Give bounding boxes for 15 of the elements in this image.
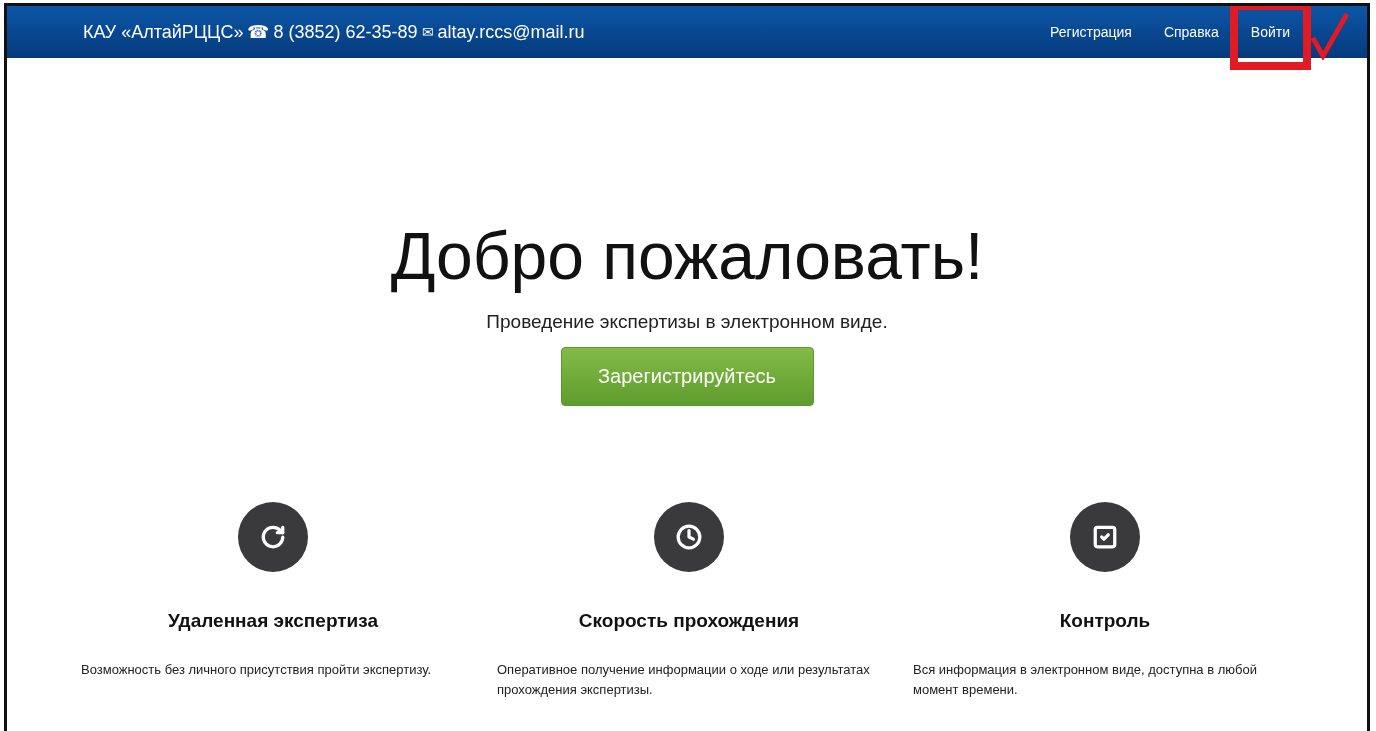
feature-title: Контроль (1058, 610, 1152, 632)
subtitle: Проведение экспертизы в электронном виде. (486, 311, 888, 333)
feature-text: Оперативное получение информации о ходе или результатах прохождения экспертизы. (497, 661, 871, 699)
mail-icon: ✉ (421, 24, 434, 40)
brand-name: КАУ «АлтайРЦЦС» (83, 21, 244, 43)
email-address: altay.rccs@mail.ru (437, 21, 585, 43)
phone-number: 8 (3852) 62-35-89 (273, 21, 418, 43)
feature-title: Удаленная экспертиза (167, 610, 379, 632)
checkmark-drawing (1311, 12, 1349, 60)
feature-text: Возможность без личного присутствия пройти экспертизу. (81, 661, 433, 679)
feature-title: Скорость прохождения (577, 610, 801, 632)
feature-text: Вся информация в электронном виде, доступна в любой момент времени. (913, 661, 1258, 699)
nav-link[interactable]: Справка (1163, 20, 1219, 44)
nav-link[interactable]: Регистрация (1050, 20, 1132, 44)
phone-icon: ☎ (247, 21, 270, 43)
